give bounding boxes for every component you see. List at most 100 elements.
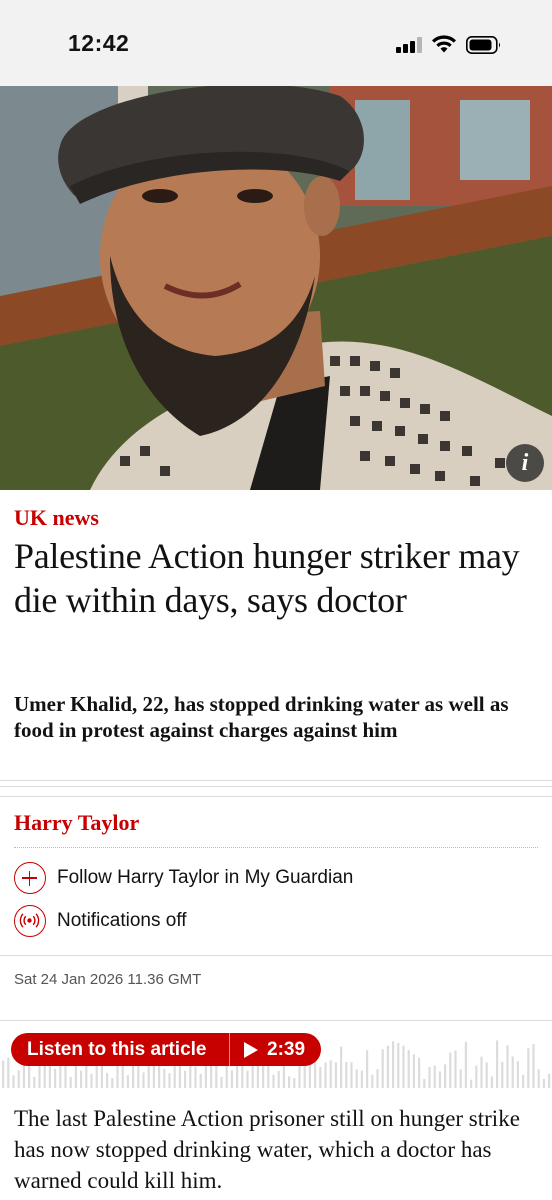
waveform-bar (168, 1073, 171, 1088)
divider (0, 786, 552, 787)
waveform-bar (542, 1079, 545, 1088)
waveform-bar (402, 1045, 405, 1088)
waveform-bar (355, 1069, 358, 1088)
waveform-bar (272, 1074, 275, 1088)
status-bar: 12:42 (0, 0, 552, 86)
waveform-bar (386, 1045, 389, 1088)
waveform-bar (345, 1062, 348, 1088)
status-time: 12:42 (68, 30, 130, 56)
waveform-bar (366, 1050, 369, 1088)
waveform-bar (418, 1057, 421, 1088)
waveform-bar (277, 1071, 280, 1088)
waveform-bar (80, 1070, 83, 1088)
waveform-bar (464, 1041, 467, 1088)
waveform-bar (256, 1063, 259, 1088)
waveform-bar (376, 1069, 379, 1088)
waveform-bar (163, 1068, 166, 1088)
waveform-bar (532, 1044, 535, 1088)
waveform-bar (215, 1066, 218, 1088)
waveform-bar (459, 1069, 462, 1088)
waveform-bar (527, 1048, 530, 1088)
waveform-bar (480, 1056, 483, 1088)
waveform-bar (246, 1070, 249, 1088)
waveform-bar (210, 1065, 213, 1088)
waveform-bar (350, 1062, 353, 1088)
broadcast-icon (14, 905, 46, 937)
waveform-bar (324, 1062, 327, 1088)
waveform-bar (33, 1076, 36, 1088)
waveform-bar (496, 1040, 499, 1088)
waveform-bar (522, 1075, 525, 1088)
waveform-bar (132, 1062, 135, 1088)
play-icon (244, 1041, 258, 1058)
waveform-bar (381, 1049, 384, 1088)
divider (0, 780, 552, 781)
wifi-icon (432, 35, 456, 53)
waveform-bar (438, 1071, 441, 1088)
waveform-bar (423, 1079, 426, 1088)
image-info-button[interactable]: i (506, 444, 544, 482)
waveform-bar (184, 1070, 187, 1088)
waveform-bar (230, 1070, 233, 1088)
waveform-bar (220, 1076, 223, 1088)
publish-timestamp: Sat 24 Jan 2026 11.36 GMT (14, 971, 202, 988)
waveform-bar (444, 1064, 447, 1088)
divider (0, 1020, 552, 1021)
article-body-paragraph: The last Palestine Action prisoner still… (14, 1106, 520, 1193)
divider (14, 847, 538, 848)
waveform-bar (537, 1069, 540, 1088)
waveform-bar (2, 1060, 5, 1088)
waveform-bar (548, 1073, 551, 1088)
waveform-bar (371, 1074, 374, 1088)
waveform-bar (22, 1062, 25, 1088)
waveform-bar (516, 1061, 519, 1088)
notifications-label: Notifications off (57, 910, 187, 931)
waveform-bar (199, 1073, 202, 1088)
waveform-bar (329, 1060, 332, 1088)
waveform-bar (319, 1067, 322, 1088)
byline[interactable]: Harry Taylor (14, 810, 139, 836)
listen-label: Listen to this article (27, 1038, 207, 1060)
waveform-bar (288, 1076, 291, 1088)
headline: Palestine Action hunger striker may die … (14, 536, 520, 620)
waveform-bar (48, 1063, 51, 1088)
cellular-signal-icon (396, 37, 422, 53)
waveform-bar (412, 1054, 415, 1088)
waveform-bar (106, 1073, 109, 1088)
waveform-bar (485, 1062, 488, 1088)
waveform-bar (293, 1078, 296, 1088)
battery-icon (466, 35, 500, 54)
waveform-bar (470, 1079, 473, 1088)
waveform-bar (511, 1056, 514, 1088)
divider (0, 955, 552, 956)
waveform-bar (506, 1045, 509, 1088)
waveform-bar (454, 1050, 457, 1088)
pill-divider (229, 1033, 230, 1066)
waveform-bar (397, 1042, 400, 1088)
waveform-bar (428, 1067, 431, 1088)
notifications-toggle[interactable]: Notifications off (14, 904, 187, 938)
standfirst: Umer Khalid, 22, has stopped drinking wa… (14, 692, 509, 742)
waveform-bar (334, 1062, 337, 1088)
waveform-bar (142, 1072, 145, 1088)
waveform-bar (475, 1065, 478, 1088)
hero-image[interactable]: i (0, 86, 552, 490)
waveform-bar (433, 1065, 436, 1088)
waveform-bar (340, 1046, 343, 1088)
listen-to-article-button[interactable]: Listen to this article 2:39 (11, 1033, 321, 1066)
waveform-bar (7, 1057, 10, 1088)
waveform-bar (17, 1070, 20, 1088)
follow-label: Follow Harry Taylor in My Guardian (57, 867, 354, 888)
follow-author-button[interactable]: Follow Harry Taylor in My Guardian (14, 861, 353, 895)
waveform-bar (90, 1073, 93, 1088)
waveform-bar (449, 1052, 452, 1088)
waveform-bar (126, 1075, 129, 1088)
waveform-bar (69, 1076, 72, 1088)
waveform-bar (490, 1076, 493, 1088)
waveform-bar (392, 1041, 395, 1088)
waveform-bar (111, 1078, 114, 1088)
waveform-bar (194, 1066, 197, 1088)
waveform-bar (12, 1075, 15, 1088)
section-label[interactable]: UK news (14, 505, 99, 531)
waveform-bar (407, 1050, 410, 1088)
